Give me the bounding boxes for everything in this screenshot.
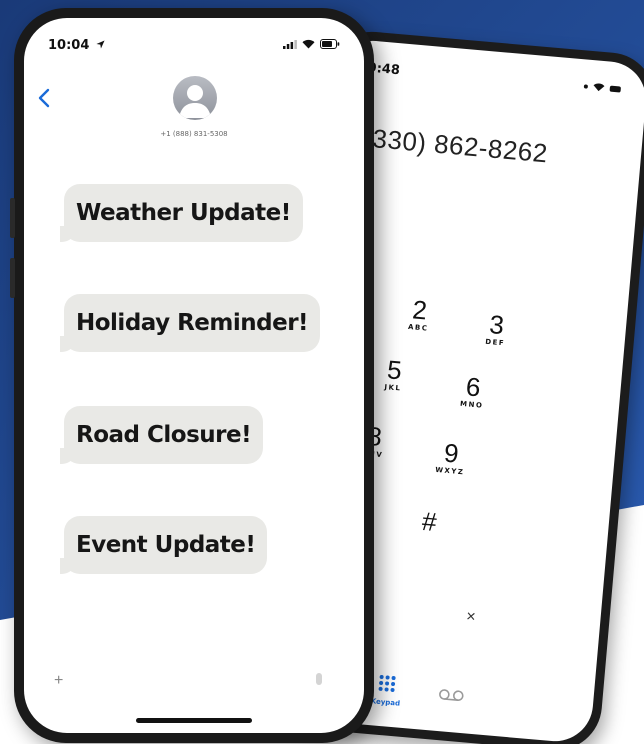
- message-text: Holiday Reminder!: [76, 310, 309, 336]
- message-bubble: Holiday Reminder!: [59, 294, 321, 352]
- plus-icon[interactable]: +: [54, 672, 63, 690]
- contact-avatar[interactable]: [173, 76, 217, 120]
- message-bubble: Event Update!: [59, 516, 268, 574]
- key-2[interactable]: 2 ABC: [385, 293, 454, 335]
- wifi-icon: [593, 83, 605, 92]
- message-bubble: Road Closure!: [59, 406, 264, 464]
- volume-up-button: [10, 198, 15, 238]
- message-timestamp: [24, 487, 364, 494]
- contact-number: +1 (888) 831-5308: [160, 130, 228, 138]
- chevron-left-icon: [38, 88, 50, 108]
- message-timestamp: [24, 376, 364, 383]
- message-text: Road Closure!: [76, 422, 252, 448]
- key-9[interactable]: 9 WXYZ: [417, 436, 486, 478]
- messages-phone: 10:04 +1 (888) 831-5308 Weather Update! …: [10, 8, 374, 743]
- battery-icon: [609, 85, 622, 93]
- tab-voicemail[interactable]: [433, 685, 471, 707]
- battery-icon: [320, 39, 340, 49]
- keypad-grid-icon: [378, 674, 396, 692]
- volume-down-button: [10, 258, 15, 298]
- dialer-status-icons: [583, 81, 622, 93]
- signal-icon: [283, 39, 297, 49]
- messages-screen: 10:04 +1 (888) 831-5308 Weather Update! …: [24, 18, 364, 733]
- home-indicator: [136, 718, 252, 723]
- mic-icon[interactable]: [316, 673, 322, 685]
- wifi-icon: [302, 39, 315, 49]
- key-digit: #: [420, 505, 438, 538]
- message-input[interactable]: [84, 668, 334, 694]
- message-text: Event Update!: [76, 532, 256, 558]
- delete-button[interactable]: ×: [465, 608, 476, 627]
- message-bubble: Weather Update!: [60, 184, 303, 242]
- voicemail-icon: [439, 689, 464, 702]
- signal-icon: [583, 83, 589, 89]
- back-button[interactable]: [38, 88, 50, 112]
- messages-status-time: 10:04: [48, 38, 105, 53]
- status-time-text: 10:04: [48, 38, 90, 53]
- dialed-number: (330) 862-8262: [362, 122, 550, 169]
- location-arrow-icon: [96, 40, 105, 49]
- message-text: Weather Update!: [76, 200, 291, 226]
- key-3[interactable]: 3 DEF: [462, 308, 531, 350]
- message-timestamp: [24, 266, 364, 273]
- messages-status-icons: [283, 39, 340, 49]
- key-6[interactable]: 6 MNO: [438, 370, 507, 412]
- person-silhouette-icon: [179, 85, 211, 118]
- key-hash[interactable]: #: [395, 505, 463, 539]
